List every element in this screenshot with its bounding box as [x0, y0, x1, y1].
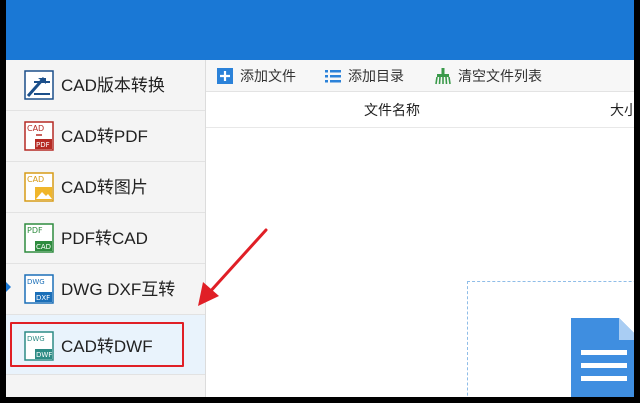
svg-text:PDF: PDF — [27, 226, 43, 235]
sidebar-item-cad-to-image[interactable]: CAD CAD转图片 — [6, 162, 205, 213]
toolbar: 添加文件 添加目录 清空文件列表 — [206, 60, 634, 92]
annotation-arrow — [198, 228, 268, 306]
title-bar — [6, 0, 634, 60]
sidebar-item-pdf-to-cad[interactable]: PDF CAD PDF转CAD — [6, 213, 205, 264]
sidebar-item-dwg-dxf[interactable]: DWG DXF DWG DXF互转 — [6, 264, 205, 315]
list-icon — [325, 70, 341, 83]
dwg-dxf-icon: DWG DXF — [24, 274, 54, 304]
svg-text:CAD: CAD — [36, 243, 51, 251]
sidebar-item-label: CAD版本转换 — [61, 76, 165, 95]
add-folder-button[interactable]: 添加目录 — [324, 60, 404, 92]
sidebar-item-cad-to-pdf[interactable]: CAD PDF CAD转PDF — [6, 111, 205, 162]
clear-list-button[interactable]: 清空文件列表 — [434, 60, 542, 92]
svg-text:DXF: DXF — [36, 294, 50, 302]
sidebar-item-label: CAD转PDF — [61, 127, 148, 146]
add-file-icon — [217, 68, 233, 84]
sidebar-item-label: CAD转图片 — [61, 178, 148, 197]
cad-to-pdf-icon: CAD PDF — [24, 121, 54, 151]
document-icon — [571, 318, 634, 397]
svg-text:PDF: PDF — [36, 141, 50, 149]
active-item-marker — [6, 282, 11, 292]
sidebar-item-label: DWG DXF互转 — [61, 280, 176, 299]
column-header-filename: 文件名称 — [364, 102, 420, 118]
add-file-button[interactable]: 添加文件 — [216, 60, 296, 92]
svg-text:DWG: DWG — [27, 278, 45, 286]
column-header-size: 大小 — [610, 102, 634, 118]
broom-icon — [435, 68, 451, 85]
pdf-to-cad-icon: PDF CAD — [24, 223, 54, 253]
sidebar-item-cad-version-convert[interactable]: CAD版本转换 — [6, 60, 205, 111]
sidebar-item-label: PDF转CAD — [61, 229, 148, 248]
svg-text:CAD: CAD — [27, 124, 44, 133]
file-table-header: 文件名称 大小 — [206, 92, 634, 128]
cad-to-image-icon: CAD — [24, 172, 54, 202]
highlight-box — [10, 322, 184, 367]
svg-text:CAD: CAD — [27, 175, 44, 184]
version-convert-icon — [24, 70, 54, 100]
app-window: CAD版本转换 CAD PDF CAD转PDF CAD CAD转图片 PDF C… — [6, 0, 634, 397]
